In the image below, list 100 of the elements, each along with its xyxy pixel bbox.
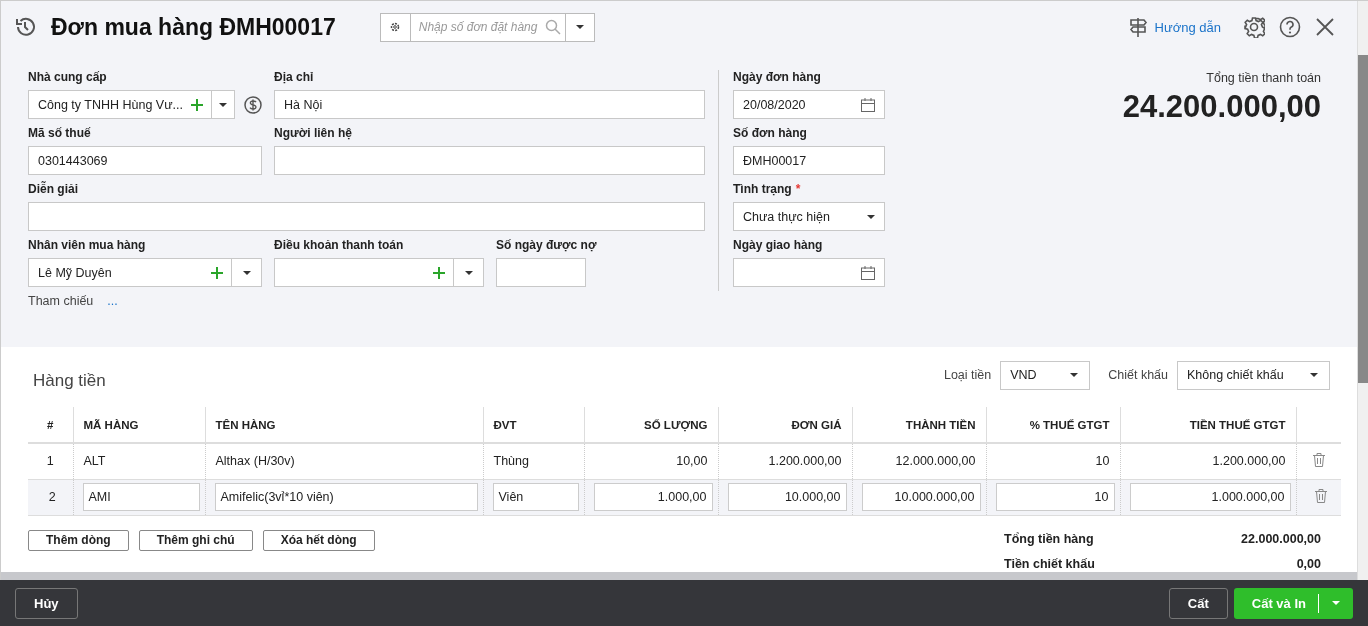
column-header: # [28,407,73,443]
field-label: Số đơn hàng [733,126,807,140]
table-cell: 1 [28,443,73,479]
search-field[interactable]: Nhập số đơn đặt hàng [410,12,565,42]
cell-input[interactable]: Amifelic(3vỉ*10 viên) [214,483,478,511]
table-cell: Althax (H/30v) [205,443,483,479]
table-row[interactable]: 1 ALT Althax (H/30v) Thùng 10,00 1.200.000,00 12.000.000,00 10 1.200.000,00 [28,443,1341,479]
column-header: MÃ HÀNG [73,407,205,443]
field-label: Mã số thuế [28,126,91,140]
dropdown-button[interactable] [564,12,595,42]
input-field[interactable] [28,202,705,231]
table-cell: Thùng [483,443,584,479]
save-button[interactable]: Cất [1168,587,1228,619]
table-cell: 12.000.000,00 [852,443,986,479]
caret-icon [866,213,876,220]
combo-field[interactable]: Công ty TNHH Hùng Vư... [28,90,235,119]
plus-icon [191,98,203,111]
caret-icon [241,269,252,276]
caret-icon [463,269,474,276]
caret-icon [218,101,228,108]
table-cell: 10 [986,443,1120,479]
input-field[interactable]: 0301443069 [28,146,262,175]
table-row[interactable]: 2 AMI Amifelic(3vỉ*10 viên) Viên 1.000,00 10.000,00 10.000.000,00 10 1.000.000,00 [28,479,1341,515]
column-header: TÊN HÀNG [205,407,483,443]
close-icon [1315,17,1335,37]
option-label: Chiết khấu [1108,368,1168,382]
date-field[interactable] [733,258,885,287]
column-header: ĐƠN GIÁ [718,407,852,443]
cell-input[interactable]: Viên [492,483,579,511]
required-mark: * [795,182,801,196]
close-button[interactable] [1315,17,1335,37]
column-header: SỐ LƯỢNG [584,407,718,443]
summary-value: 0,00 [1296,556,1321,571]
caret-icon [574,24,585,30]
combo-field[interactable] [274,258,484,287]
field-label: Điều khoản thanh toán [274,238,404,252]
table-cell: 1.200.000,00 [1120,443,1296,479]
field-label: Nhà cung cấp [28,70,107,84]
table-cell: 10,00 [584,443,718,479]
section-title: Hàng tiền [32,370,106,391]
reference-label: Tham chiếu [28,294,94,308]
guide-link[interactable]: Hướng dẫn [1126,16,1221,38]
calendar-icon [860,264,876,281]
table-cell: 1.200.000,00 [718,443,852,479]
column-header: THÀNH TIỀN [852,407,986,443]
option-label: Loại tiền [943,368,992,382]
cell-input[interactable]: 1.000.000,00 [1129,483,1291,511]
scrollbar-thumb[interactable] [1358,55,1368,383]
caret-icon [1331,600,1341,606]
summary-label: Tổng tiền hàng [1004,531,1094,546]
input-field[interactable] [496,258,586,287]
cancel-button[interactable]: Hủy [15,587,78,619]
dollar-circle-icon [244,95,262,114]
field-label: Tình trạng [733,182,792,196]
settings-icon [389,21,402,33]
cell-input[interactable]: 10 [995,483,1115,511]
cell-input[interactable]: 10.000.000,00 [861,483,981,511]
cell-input[interactable]: AMI [82,483,200,511]
settings-button[interactable] [1243,16,1265,38]
search-icon [544,19,561,35]
calendar-icon [860,96,876,113]
caret-icon [1069,372,1080,378]
date-field[interactable]: 20/08/2020 [733,90,885,119]
table-cell: ALT [73,443,205,479]
total-label: Tổng tiền thanh toán [1205,71,1321,85]
delete-row-button[interactable] [1313,487,1328,504]
history-icon [14,16,36,38]
combo-field[interactable]: Lê Mỹ Duyên [28,258,262,287]
table-action-button[interactable]: Thêm ghi chú [138,529,253,551]
input-field[interactable] [274,146,705,175]
total-amount: 24.200.000,00 [1122,89,1321,125]
plus-icon [433,266,445,279]
cell-input[interactable]: 10.000,00 [727,483,847,511]
input-field[interactable]: ĐMH00017 [733,146,885,175]
cell-input[interactable]: 1.000,00 [593,483,713,511]
help-icon [1279,16,1301,38]
field-label: Địa chỉ [274,70,314,84]
caret-icon [1309,372,1319,378]
field-label: Diễn giải [28,182,78,196]
currency-dropdown[interactable]: VND [1000,360,1091,390]
field-label: Ngày giao hàng [733,238,823,252]
column-header: ĐVT [483,407,584,443]
delete-row-button[interactable] [1311,451,1326,468]
input-field[interactable]: Hà Nội [274,90,705,119]
table-action-button[interactable]: Xóa hết dòng [262,529,375,551]
plus-icon [211,266,223,279]
summary-label: Tiền chiết khấu [1004,556,1095,571]
table-action-button[interactable]: Thêm dòng [28,529,129,551]
summary-value: 22.000.000,00 [1241,531,1321,546]
table-cell: 2 [28,479,73,515]
page-title: Đơn mua hàng ĐMH00017 [51,13,336,41]
settings-icon [1243,16,1265,38]
discount-dropdown[interactable]: Không chiết khấu [1177,360,1330,390]
reference-link[interactable]: ... [107,294,118,308]
status-dropdown[interactable]: Chưa thực hiện [733,202,885,231]
settings-button[interactable] [379,12,411,42]
horizontal-scrollbar[interactable] [1,572,1357,580]
field-label: Người liên hệ [274,126,352,140]
field-label: Ngày đơn hàng [733,70,821,84]
help-button[interactable] [1279,16,1301,38]
